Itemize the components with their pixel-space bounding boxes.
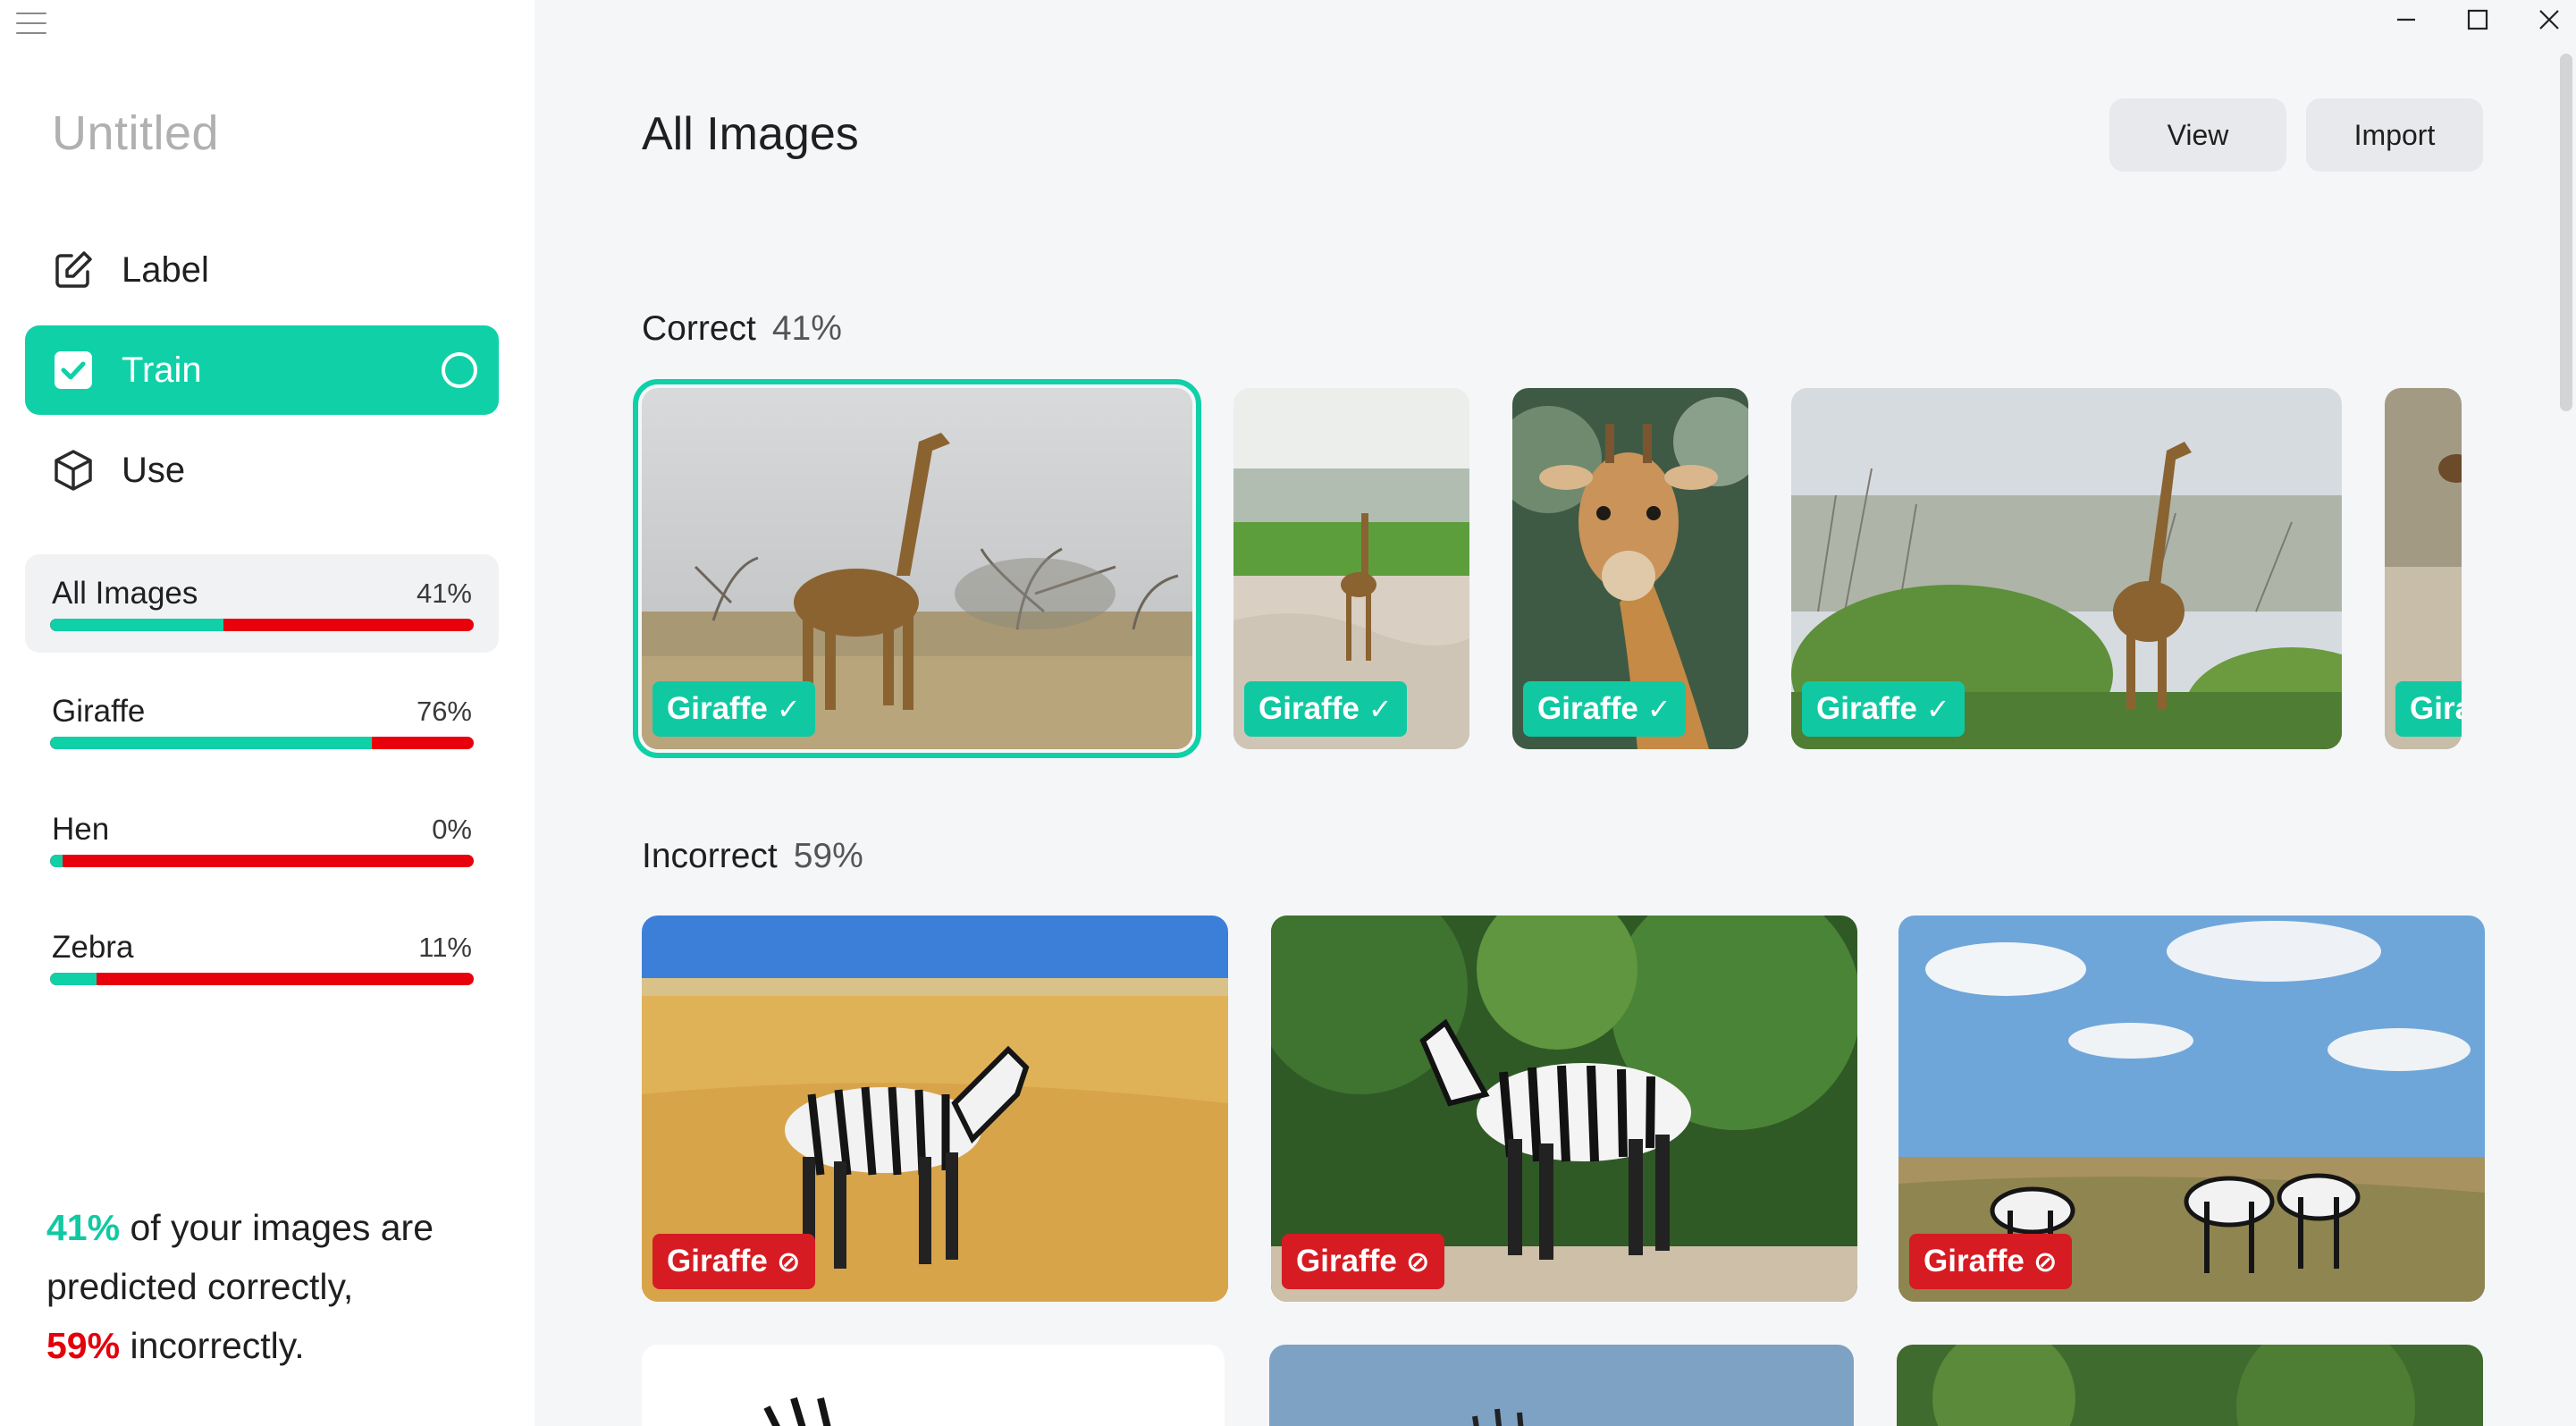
import-button[interactable]: Import (2306, 98, 2483, 172)
image-card-giraffe-partial[interactable]: Gira (2385, 388, 2462, 749)
check-icon: ✓ (1925, 693, 1950, 725)
class-name: Hen (52, 812, 110, 847)
class-row-all-images[interactable]: All Images 41% (25, 554, 499, 653)
image-card-zebra-partial-2[interactable] (1269, 1345, 1854, 1426)
close-icon[interactable] (2513, 0, 2576, 39)
nav-train[interactable]: Train (25, 325, 499, 415)
prediction-tag-correct: Giraffe ✓ (652, 681, 815, 737)
prediction-tag-correct: Giraffe ✓ (1523, 681, 1686, 737)
summary-incorrect-pct: 59% (46, 1325, 121, 1366)
tag-label: Giraffe (1924, 1244, 2025, 1278)
tag-label: Giraffe (1259, 691, 1360, 726)
accuracy-bar (50, 973, 474, 985)
nav-label[interactable]: Label (25, 225, 499, 315)
image-card-giraffe-field[interactable]: Giraffe ✓ (1233, 388, 1469, 749)
accuracy-summary: 41% of your images are predicted correct… (46, 1198, 511, 1375)
nav-train-text: Train (122, 350, 202, 390)
section-pct: 59% (793, 837, 863, 875)
check-icon: ✓ (776, 693, 801, 725)
prohibited-icon: ⊘ (1405, 1245, 1430, 1278)
accuracy-bar-fill (50, 619, 224, 631)
accuracy-bar-fill (50, 973, 97, 985)
class-row-zebra[interactable]: Zebra 11% (25, 908, 499, 1007)
class-name: All Images (52, 576, 198, 611)
prediction-tag-incorrect: Giraffe ⊘ (1909, 1234, 2072, 1289)
view-button[interactable]: View (2109, 98, 2286, 172)
maximize-icon[interactable] (2442, 0, 2513, 39)
section-title-text: Incorrect (642, 837, 778, 875)
nav-use[interactable]: Use (25, 426, 499, 515)
section-correct-title: Correct 41% (642, 309, 842, 349)
tag-label: Giraffe (1816, 691, 1917, 726)
sidebar: Untitled Label Train Use All Images 41% … (0, 0, 535, 1426)
prediction-tag-correct: Gira (2395, 681, 2462, 737)
class-accuracy: 11% (418, 932, 472, 963)
check-icon: ✓ (1646, 693, 1671, 725)
class-accuracy: 41% (416, 578, 472, 609)
scrollbar-thumb[interactable] (2560, 54, 2572, 411)
cube-icon (48, 445, 98, 495)
nav-label-text: Label (122, 249, 209, 290)
project-title[interactable]: Untitled (52, 105, 219, 161)
prediction-tag-incorrect: Giraffe ⊘ (652, 1234, 815, 1289)
tag-label: Giraffe (1537, 691, 1638, 726)
accuracy-bar-fill (50, 855, 63, 867)
edit-icon (48, 245, 98, 295)
class-accuracy: 76% (416, 696, 472, 727)
checkbox-checked-icon (48, 345, 98, 395)
zebra-photo (1269, 1345, 1854, 1426)
accuracy-bar (50, 619, 474, 631)
prediction-tag-correct: Giraffe ✓ (1802, 681, 1965, 737)
tag-label: Giraffe (667, 1244, 768, 1278)
class-row-hen[interactable]: Hen 0% (25, 790, 499, 889)
summary-correct-pct: 41% (46, 1207, 121, 1248)
section-incorrect-title: Incorrect 59% (642, 837, 863, 876)
training-status-circle-icon (442, 352, 477, 388)
image-card-zebra-partial-3[interactable] (1897, 1345, 2483, 1426)
summary-text-2: incorrectly. (120, 1325, 305, 1366)
minimize-icon[interactable] (2370, 0, 2442, 39)
class-name: Zebra (52, 930, 134, 965)
tag-label: Giraffe (667, 691, 768, 726)
image-card-giraffe-bushes[interactable]: Giraffe ✓ (1791, 388, 2342, 749)
tag-label: Gira (2410, 691, 2462, 726)
page-title: All Images (642, 108, 859, 160)
class-row-giraffe[interactable]: Giraffe 76% (25, 672, 499, 771)
hamburger-menu-icon[interactable] (16, 11, 46, 36)
nav-use-text: Use (122, 450, 186, 490)
image-card-zebra-trees[interactable]: Giraffe ⊘ (1271, 916, 1857, 1302)
image-card-giraffe-portrait[interactable]: Giraffe ✓ (1512, 388, 1748, 749)
tag-label: Giraffe (1296, 1244, 1397, 1278)
section-pct: 41% (771, 309, 842, 348)
zebra-photo (642, 1345, 1225, 1426)
prohibited-icon: ⊘ (776, 1245, 801, 1278)
accuracy-bar (50, 737, 474, 749)
prediction-tag-incorrect: Giraffe ⊘ (1282, 1234, 1444, 1289)
prohibited-icon: ⊘ (2033, 1245, 2058, 1278)
image-card-giraffe-savanna[interactable]: Giraffe ✓ (633, 379, 1201, 758)
image-card-zebra-grassland[interactable]: Giraffe ⊘ (642, 916, 1228, 1302)
zebra-photo (1897, 1345, 2483, 1426)
image-card-zebra-herd[interactable]: Giraffe ⊘ (1898, 916, 2485, 1302)
class-name: Giraffe (52, 694, 146, 729)
accuracy-bar (50, 855, 474, 867)
image-card-zebra-partial-1[interactable] (642, 1345, 1225, 1426)
section-title-text: Correct (642, 309, 756, 348)
class-accuracy: 0% (432, 814, 472, 845)
prediction-tag-correct: Giraffe ✓ (1244, 681, 1407, 737)
check-icon: ✓ (1368, 693, 1393, 725)
accuracy-bar-fill (50, 737, 373, 749)
